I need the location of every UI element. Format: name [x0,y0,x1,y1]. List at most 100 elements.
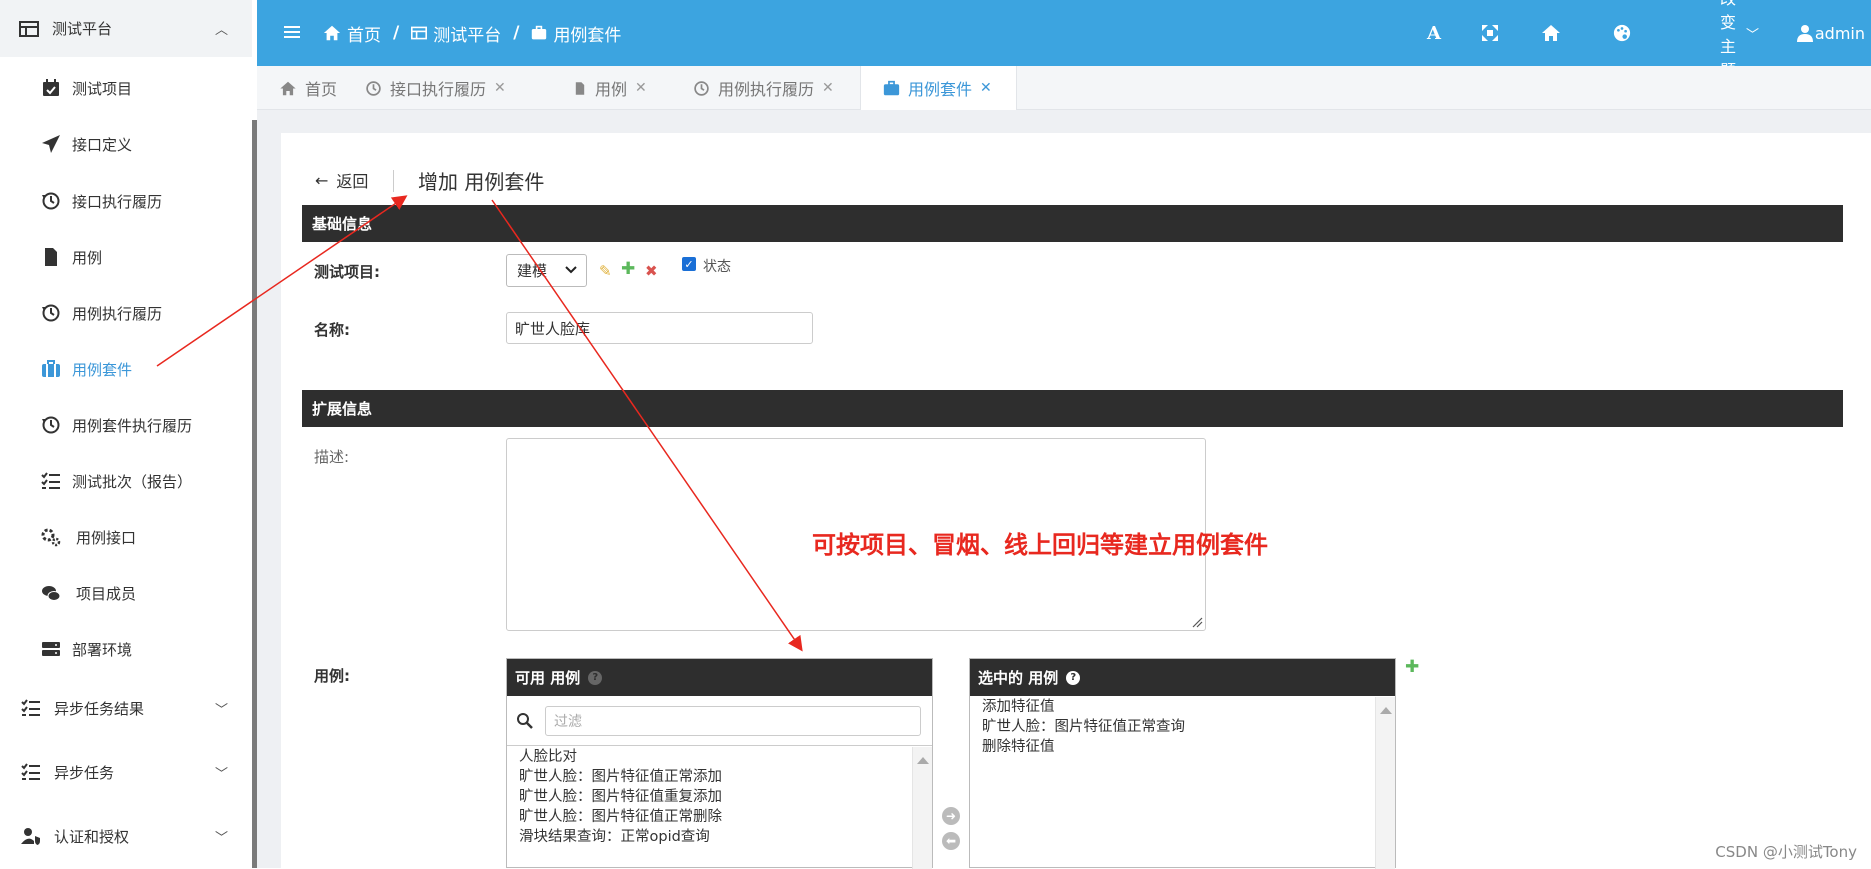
sidebar-group-label: 认证和授权 [54,826,129,847]
selected-cases-panel: 选中的 用例 ? 添加特征值 旷世人脸：图片特征值正常查询 删除特征值 [969,658,1396,868]
scroll-up-icon[interactable] [1380,707,1392,714]
list-item[interactable]: 滑块结果查询：正常opid查询 [519,827,722,847]
sidebar-item-label: 用例 [72,247,102,268]
sidebar-item-api-definition[interactable]: 接口定义 [0,124,252,164]
close-icon[interactable]: ✕ [494,80,506,96]
available-cases-title: 可用 用例 [515,667,580,688]
tab-case-suite[interactable]: 用例套件 ✕ [860,66,1017,110]
move-right-icon[interactable]: ➜ [942,807,960,825]
page-title: 增加 用例套件 [418,166,544,195]
sidebar-item-case-suite[interactable]: 用例套件 [0,349,252,389]
user-icon [1797,24,1813,42]
help-icon[interactable]: ? [588,671,602,685]
sidebar-item-suite-history[interactable]: 用例套件执行履历 [0,405,252,445]
add-icon[interactable]: ✚ [621,259,635,279]
file-icon [573,80,587,97]
list-item[interactable]: 添加特征值 [982,697,1185,717]
delete-icon[interactable]: ✖ [645,262,658,280]
cases-label: 用例: [314,665,350,686]
sidebar-item-label: 用例执行履历 [72,303,162,324]
chevron-down-icon: ﹀ [215,699,228,718]
table-icon [411,25,427,41]
available-scrollbar[interactable] [912,747,932,869]
list-item[interactable]: 旷世人脸：图片特征值正常查询 [982,717,1185,737]
paper-plane-icon [40,133,62,155]
tab-cases[interactable]: 用例 ✕ [573,66,647,110]
sidebar-item-label: 接口执行履历 [72,191,162,212]
description-label: 描述: [314,446,349,467]
sidebar-item-test-project[interactable]: 测试项目 [0,68,252,108]
list-item[interactable]: 删除特征值 [982,737,1185,757]
list-item[interactable]: 人脸比对 [519,747,722,767]
list-item[interactable]: 旷世人脸：图片特征值正常添加 [519,767,722,787]
history-icon [365,80,382,97]
sidebar-item-label: 测试项目 [72,78,132,99]
sidebar-item-label: 用例套件 [72,359,132,380]
chevron-down-icon: ﹀ [215,827,228,846]
close-icon[interactable]: ✕ [980,80,992,96]
font-size-icon[interactable]: A [1427,23,1441,44]
suitcase-icon [531,25,547,41]
breadcrumb-platform[interactable]: 测试平台 [433,21,501,46]
add-icon[interactable]: ✚ [1405,657,1419,677]
tab-label: 首页 [305,76,337,100]
selected-cases-list: 添加特征值 旷世人脸：图片特征值正常查询 删除特征值 [982,697,1185,757]
menu-toggle-icon[interactable] [282,22,302,42]
name-label: 名称: [314,319,350,340]
arrow-left-icon: ← [315,171,328,190]
close-icon[interactable]: ✕ [822,80,834,96]
sidebar-item-case-history[interactable]: 用例执行履历 [0,293,252,333]
sidebar-group-auth[interactable]: 认证和授权 ﹀ [0,816,252,856]
tab-home[interactable]: 首页 [257,66,352,110]
sidebar-group-async-tasks[interactable]: 异步任务 ﹀ [0,752,252,792]
home-icon [323,24,341,42]
move-left-icon[interactable]: ⬅ [942,832,960,850]
close-icon[interactable]: ✕ [635,80,647,96]
back-label: 返回 [336,168,368,192]
sidebar-item-cases[interactable]: 用例 [0,237,252,277]
breadcrumb-separator: / [513,23,519,43]
tab-api-history[interactable]: 接口执行履历 ✕ [365,66,506,110]
filter-input[interactable]: 过滤 [545,706,921,736]
user-menu[interactable]: admin [1815,24,1865,43]
home-icon [279,80,297,97]
history-icon [693,80,710,97]
home-icon[interactable] [1541,23,1561,43]
help-icon[interactable]: ? [1066,671,1080,685]
file-icon [40,246,62,268]
sidebar-item-members[interactable]: 项目成员 [0,573,252,613]
divider [393,170,394,192]
sidebar-item-test-batch[interactable]: 测试批次（报告） [0,461,252,501]
list-item[interactable]: 旷世人脸：图片特征值重复添加 [519,787,722,807]
list-item[interactable]: 旷世人脸：图片特征值正常删除 [519,807,722,827]
sidebar-group-test-platform[interactable]: 测试平台 ︿ [0,0,252,57]
resize-handle-icon[interactable] [1191,616,1203,628]
edit-pencil-icon[interactable]: ✎ [599,262,612,280]
breadcrumb-home[interactable]: 首页 [347,21,381,46]
sidebar-item-label: 接口定义 [72,134,132,155]
history-icon [40,414,62,436]
sidebar-group-label: 异步任务结果 [54,698,144,719]
chevron-up-icon: ︿ [215,19,228,38]
sidebar-item-case-api[interactable]: 用例接口 [0,517,252,557]
sidebar-group-async-results[interactable]: 异步任务结果 ﹀ [0,688,252,728]
tab-bar: 首页 接口执行履历 ✕ 用例 ✕ 用例执行履历 ✕ 用例套件 ✕ [257,66,1871,110]
sidebar-item-api-history[interactable]: 接口执行履历 [0,181,252,221]
status-checkbox[interactable]: ✓ [682,257,696,271]
back-button[interactable]: ← 返回 [315,168,368,192]
section-extended: 扩展信息 [302,390,1843,427]
sidebar-item-environment[interactable]: 部署环境 [0,629,252,669]
watermark: CSDN @小测试Tony [1715,841,1857,862]
table-icon [18,18,40,40]
project-select[interactable]: 建模 [506,254,587,287]
history-icon [40,190,62,212]
fullscreen-icon[interactable] [1482,25,1498,41]
search-icon [516,712,533,729]
selected-cases-title: 选中的 用例 [978,667,1058,688]
scroll-up-icon[interactable] [917,757,929,764]
filter-row: 过滤 [507,696,932,746]
tab-case-history[interactable]: 用例执行履历 ✕ [693,66,834,110]
name-input[interactable]: 旷世人脸库 [506,312,813,344]
selected-scrollbar[interactable] [1375,697,1395,869]
sidebar-item-label: 部署环境 [72,639,132,660]
